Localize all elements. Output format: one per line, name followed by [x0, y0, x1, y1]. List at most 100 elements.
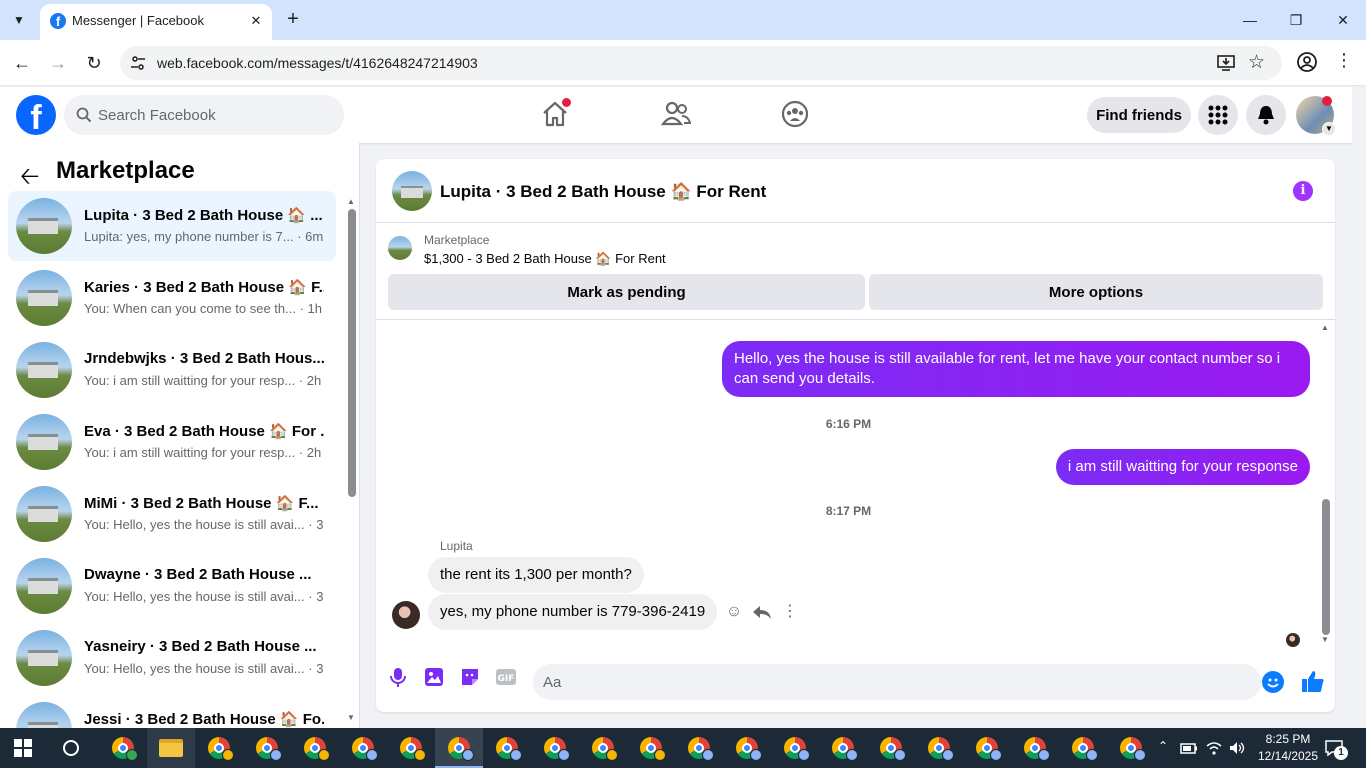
install-app-icon[interactable]	[1216, 53, 1236, 73]
sticker-icon[interactable]	[458, 665, 482, 689]
window-close-icon[interactable]: ✕	[1331, 8, 1355, 32]
taskbar-chrome-app[interactable]	[627, 728, 675, 768]
restore-icon[interactable]: ❐	[1284, 8, 1308, 32]
taskbar-chrome-app[interactable]	[867, 728, 915, 768]
marketplace-sidebar: 🡠 Marketplace Lupita · 3 Bed 2 Bath Hous…	[0, 143, 360, 728]
chat-listing-avatar[interactable]	[392, 171, 432, 211]
forward-arrow-icon[interactable]: →	[46, 51, 70, 75]
tab-search-chevron-icon[interactable]: ▼	[6, 8, 32, 32]
scroll-up-arrow-icon[interactable]: ▲	[347, 197, 355, 206]
taskbar-chrome-app[interactable]	[915, 728, 963, 768]
friends-icon[interactable]	[661, 99, 691, 129]
taskbar-chrome-app[interactable]	[1107, 728, 1155, 768]
chat-title[interactable]: Lupita · 3 Bed 2 Bath House 🏠 For Rent	[440, 182, 766, 202]
mark-as-pending-button[interactable]: Mark as pending	[388, 274, 865, 310]
notifications-button[interactable]	[1246, 95, 1286, 135]
address-bar[interactable]: web.facebook.com/messages/t/416264824721…	[120, 46, 1282, 80]
bookmark-star-icon[interactable]: ☆	[1248, 51, 1265, 74]
scroll-down-arrow-icon[interactable]: ▼	[347, 713, 355, 722]
more-actions-icon[interactable]: ⋮	[778, 600, 802, 624]
taskbar-chrome-app[interactable]	[579, 728, 627, 768]
taskbar-chrome-app[interactable]	[387, 728, 435, 768]
conversation-item[interactable]: Karies · 3 Bed 2 Bath House 🏠 F... You: …	[8, 263, 336, 333]
listing-thumbnail[interactable]	[388, 236, 412, 260]
taskbar-chrome-app[interactable]	[819, 728, 867, 768]
thumbs-up-icon[interactable]	[1300, 668, 1326, 694]
page-scrollbar[interactable]	[1352, 87, 1366, 728]
find-friends-button[interactable]: Find friends	[1087, 97, 1191, 133]
battery-icon[interactable]	[1180, 739, 1198, 757]
conversation-item[interactable]: Eva · 3 Bed 2 Bath House 🏠 For ... You: …	[8, 407, 336, 477]
facebook-search[interactable]	[64, 95, 344, 135]
wifi-icon[interactable]	[1205, 739, 1223, 757]
sender-name: Lupita	[440, 539, 473, 553]
volume-icon[interactable]	[1228, 739, 1246, 757]
browser-menu-icon[interactable]: ⋮	[1334, 50, 1354, 71]
taskbar-file-explorer[interactable]	[147, 728, 195, 768]
conversation-item[interactable]: Yasneiry · 3 Bed 2 Bath House ... You: H…	[8, 623, 336, 693]
taskbar-chrome-app[interactable]	[1011, 728, 1059, 768]
messages-scrollbar-thumb[interactable]	[1322, 499, 1330, 635]
reply-icon[interactable]	[750, 600, 774, 624]
profile-badge-icon	[270, 749, 282, 761]
conversation-item[interactable]: Lupita · 3 Bed 2 Bath House 🏠 ... Lupita…	[8, 191, 336, 261]
conversation-item[interactable]: MiMi · 3 Bed 2 Bath House 🏠 F... You: He…	[8, 479, 336, 549]
reload-icon[interactable]: ↻	[82, 51, 106, 75]
sender-avatar[interactable]	[392, 601, 420, 629]
outgoing-message[interactable]: i am still waitting for your response	[1055, 449, 1310, 485]
conversation-item[interactable]: Jessi · 3 Bed 2 Bath House 🏠 Fo...	[8, 695, 336, 728]
gif-icon[interactable]: GIF	[494, 665, 518, 689]
taskbar-chrome-app[interactable]	[243, 728, 291, 768]
profile-badge-icon	[558, 749, 570, 761]
taskbar-chrome-app-active[interactable]	[435, 728, 483, 768]
url-text[interactable]: web.facebook.com/messages/t/416264824721…	[157, 55, 478, 71]
profile-badge-icon	[942, 749, 954, 761]
browser-profile-icon[interactable]	[1296, 51, 1318, 73]
taskbar-chrome-app[interactable]	[771, 728, 819, 768]
outgoing-message[interactable]: Hello, yes the house is still available …	[722, 341, 1310, 397]
sidebar-scrollbar-thumb[interactable]	[348, 209, 356, 497]
taskbar-chrome-app[interactable]	[531, 728, 579, 768]
conversation-item[interactable]: Jrndebwjks · 3 Bed 2 Bath Hous... You: i…	[8, 335, 336, 405]
incoming-message[interactable]: yes, my phone number is 779-396-2419	[428, 594, 718, 630]
facebook-logo-icon[interactable]: f	[16, 95, 56, 135]
emoji-icon[interactable]	[1262, 671, 1284, 693]
tray-chevron-up-icon[interactable]: ⌃	[1158, 739, 1168, 753]
clock-date[interactable]: 12/14/2025	[1254, 749, 1322, 763]
taskbar-chrome-app[interactable]	[195, 728, 243, 768]
microphone-icon[interactable]	[386, 665, 410, 689]
browser-tab[interactable]: f Messenger | Facebook ✕	[40, 4, 272, 40]
profile-badge-icon	[846, 749, 858, 761]
scroll-up-arrow-icon[interactable]: ▲	[1321, 323, 1329, 332]
photo-icon[interactable]	[422, 665, 446, 689]
search-input[interactable]	[98, 95, 328, 135]
windows-start-icon[interactable]	[14, 739, 32, 757]
incoming-message[interactable]: the rent its 1,300 per month?	[428, 557, 644, 593]
groups-icon[interactable]	[780, 99, 810, 129]
taskbar-chrome-app[interactable]	[483, 728, 531, 768]
minimize-icon[interactable]: —	[1238, 8, 1262, 32]
react-emoji-icon[interactable]: ☺	[722, 600, 746, 624]
back-arrow-icon[interactable]: ←	[10, 51, 34, 75]
info-icon[interactable]: i	[1293, 181, 1313, 201]
taskbar-chrome-app[interactable]	[339, 728, 387, 768]
more-options-button[interactable]: More options	[869, 274, 1323, 310]
message-input[interactable]	[533, 664, 1261, 700]
clock-time[interactable]: 8:25 PM	[1254, 732, 1322, 746]
new-tab-plus-icon[interactable]: +	[282, 8, 304, 30]
chevron-down-icon[interactable]: ▼	[1322, 122, 1336, 136]
taskbar-chrome-app[interactable]	[1059, 728, 1107, 768]
tab-close-icon[interactable]: ✕	[246, 11, 266, 31]
taskbar-chrome-app[interactable]	[291, 728, 339, 768]
cortana-search-icon[interactable]	[63, 740, 79, 756]
scroll-down-arrow-icon[interactable]: ▼	[1321, 635, 1329, 644]
chat-panel: Lupita · 3 Bed 2 Bath House 🏠 For Rent i…	[376, 159, 1335, 712]
listing-title[interactable]: $1,300 - 3 Bed 2 Bath House 🏠 For Rent	[424, 251, 666, 267]
taskbar-chrome-app[interactable]	[99, 728, 147, 768]
taskbar-chrome-app[interactable]	[963, 728, 1011, 768]
site-info-icon[interactable]	[130, 55, 146, 71]
taskbar-chrome-app[interactable]	[675, 728, 723, 768]
menu-button[interactable]	[1198, 95, 1238, 135]
taskbar-chrome-app[interactable]	[723, 728, 771, 768]
conversation-item[interactable]: Dwayne · 3 Bed 2 Bath House ... You: Hel…	[8, 551, 336, 621]
